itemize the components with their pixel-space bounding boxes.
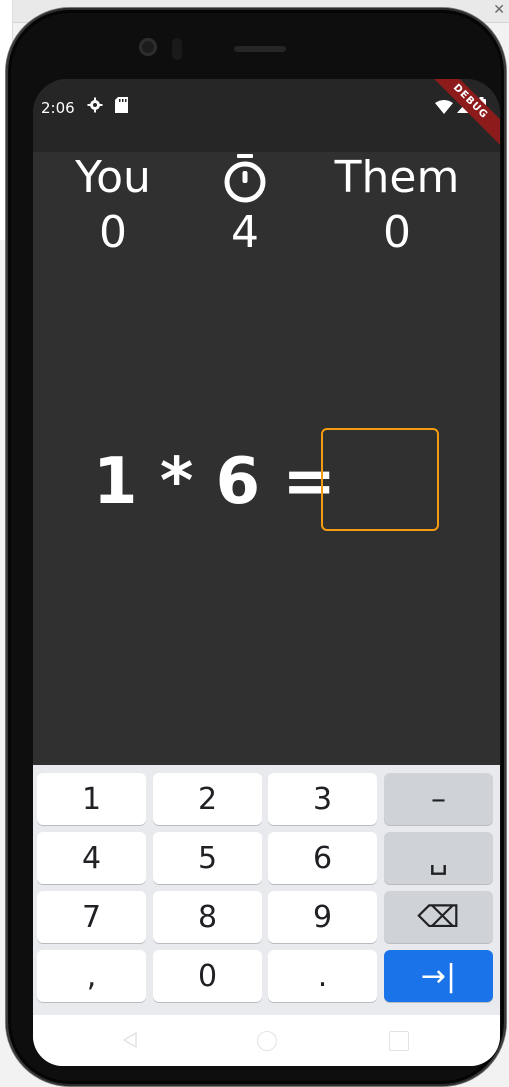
settings-gear-icon	[87, 97, 103, 117]
math-question: 1 * 6 =	[93, 445, 336, 519]
key-0[interactable]: 0	[153, 950, 262, 1002]
key-5[interactable]: 5	[153, 832, 262, 884]
key-2[interactable]: 2	[153, 773, 262, 825]
key-minus[interactable]: –	[384, 773, 493, 825]
wifi-icon	[435, 99, 453, 118]
app-screen: 2:06 DEBUG You 0 4 Them 0 1 * 6 = 1 2 3 …	[33, 79, 500, 1066]
opponent-score: 0	[383, 207, 411, 258]
status-bar: 2:06 DEBUG	[33, 79, 500, 152]
key-comma[interactable]: ,	[37, 950, 146, 1002]
nav-back-icon[interactable]	[121, 1031, 139, 1049]
timer-column: 4	[209, 153, 281, 263]
key-1[interactable]: 1	[37, 773, 146, 825]
opponent-label: Them	[334, 152, 460, 203]
key-backspace[interactable]: ⌫	[384, 891, 493, 943]
key-space[interactable]: ␣	[384, 832, 493, 884]
key-7[interactable]: 7	[37, 891, 146, 943]
stopwatch-icon	[209, 153, 281, 203]
player-label: You	[75, 152, 151, 203]
player-score: 0	[99, 207, 127, 258]
nav-home-icon[interactable]	[257, 1031, 277, 1051]
phone-frame: 2:06 DEBUG You 0 4 Them 0 1 * 6 = 1 2 3 …	[6, 8, 506, 1086]
timer-value: 4	[231, 207, 259, 258]
key-4[interactable]: 4	[37, 832, 146, 884]
key-period[interactable]: .	[268, 950, 377, 1002]
proximity-sensor	[172, 38, 182, 60]
status-time: 2:06	[41, 99, 75, 117]
system-nav-bar	[33, 1015, 500, 1066]
opponent-score-column: Them 0	[329, 153, 465, 263]
player-score-column: You 0	[55, 153, 171, 263]
key-8[interactable]: 8	[153, 891, 262, 943]
key-9[interactable]: 9	[268, 891, 377, 943]
nav-recents-icon[interactable]	[389, 1031, 409, 1051]
front-camera	[139, 38, 157, 56]
key-6[interactable]: 6	[268, 832, 377, 884]
sd-card-icon	[115, 97, 128, 117]
answer-input[interactable]	[321, 428, 439, 531]
key-next[interactable]: →|	[384, 950, 493, 1002]
host-close-icon[interactable]: ✕	[493, 2, 505, 18]
key-3[interactable]: 3	[268, 773, 377, 825]
earpiece-speaker	[234, 46, 286, 52]
